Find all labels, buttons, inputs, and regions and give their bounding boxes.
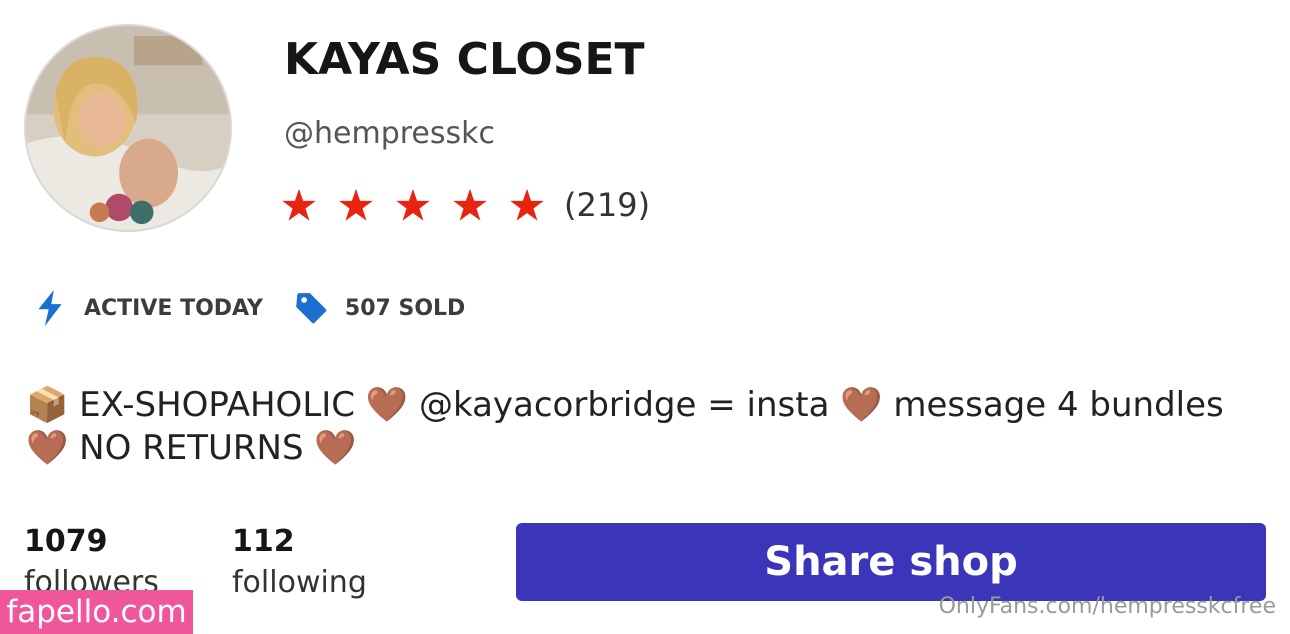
star-icon xyxy=(510,188,544,221)
following-count: 112 xyxy=(232,524,295,559)
lightning-bolt-icon xyxy=(38,290,62,326)
star-icon xyxy=(396,188,430,221)
following-stat[interactable]: 112 following xyxy=(232,522,367,604)
star-icon xyxy=(453,188,487,221)
watermark-right: OnlyFans.com/hempresskcfree xyxy=(938,594,1276,619)
badge-label: 507 SOLD xyxy=(344,295,466,321)
badge-sold: 507 SOLD xyxy=(295,290,465,326)
share-shop-button[interactable]: Share shop xyxy=(516,523,1266,601)
rating[interactable]: (219) xyxy=(280,182,650,228)
shop-name: KAYAS CLOSET xyxy=(284,34,645,85)
profile-avatar[interactable] xyxy=(24,24,232,232)
price-tag-icon xyxy=(296,293,327,324)
watermark-left: fapello.com xyxy=(0,590,193,634)
shop-handle[interactable]: @hempresskc xyxy=(284,116,495,151)
badge-label: ACTIVE TODAY xyxy=(84,295,263,321)
following-label: following xyxy=(232,565,367,600)
rating-count: (219) xyxy=(564,186,651,224)
star-icon xyxy=(282,188,316,221)
star-icon xyxy=(339,188,373,221)
shop-bio: 📦 EX-SHOPAHOLIC 🤎 @kayacorbridge = insta… xyxy=(26,385,1224,468)
badge-active-today: ACTIVE TODAY xyxy=(34,290,263,326)
avatar-photo xyxy=(26,26,230,230)
followers-count: 1079 xyxy=(24,524,108,559)
shop-badges: ACTIVE TODAY 507 SOLD xyxy=(34,288,497,328)
